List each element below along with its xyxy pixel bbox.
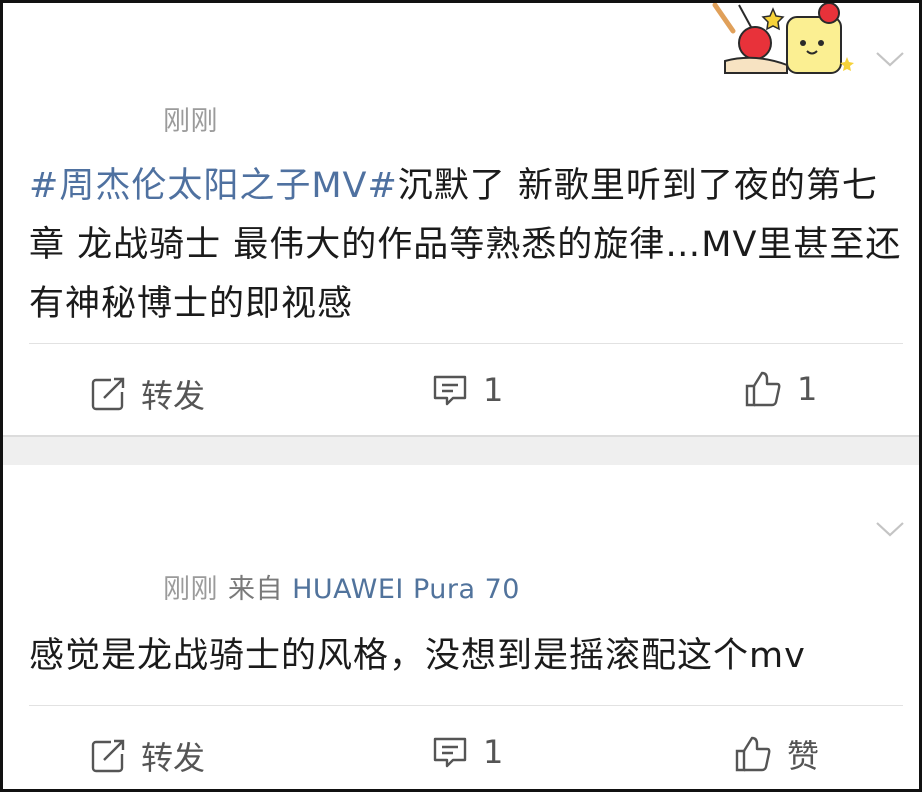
divider xyxy=(29,343,903,344)
repost-button[interactable]: 转发 xyxy=(89,371,205,417)
repost-button[interactable]: 转发 xyxy=(89,733,205,779)
like-button[interactable]: 1 xyxy=(743,369,817,409)
like-label: 赞 xyxy=(787,737,820,775)
like-count: 1 xyxy=(797,370,818,408)
post-card: 刚刚 #周杰伦太阳之子MV#沉默了 新歌里听到了夜的第七章 龙战骑士 最伟大的作… xyxy=(3,3,919,435)
comment-count: 1 xyxy=(483,733,504,771)
comment-icon xyxy=(433,375,467,406)
post-source: 来自 HUAWEI Pura 70 xyxy=(228,574,520,605)
post-card: 刚刚 来自 HUAWEI Pura 70 感觉是龙战骑士的风格，没想到是摇滚配这个… xyxy=(3,463,919,789)
comment-button[interactable]: 1 xyxy=(431,371,503,409)
post-time: 刚刚 xyxy=(163,106,218,137)
comment-icon xyxy=(433,737,467,768)
like-button[interactable]: 赞 xyxy=(733,731,819,777)
post-content: 感觉是龙战骑士的风格，没想到是摇滚配这个mv xyxy=(29,627,909,686)
post-timestamp: 刚刚 xyxy=(163,99,218,138)
like-icon xyxy=(735,736,771,772)
repost-icon xyxy=(91,739,125,773)
repost-label: 转发 xyxy=(141,377,206,415)
repost-label: 转发 xyxy=(141,739,206,777)
chevron-down-icon[interactable] xyxy=(875,519,905,539)
feed-screenshot: 刚刚 #周杰伦太阳之子MV#沉默了 新歌里听到了夜的第七章 龙战骑士 最伟大的作… xyxy=(0,0,922,792)
post-text: 感觉是龙战骑士的风格，没想到是摇滚配这个mv xyxy=(29,636,806,676)
post-time: 刚刚 xyxy=(163,574,218,605)
comment-button[interactable]: 1 xyxy=(431,733,503,771)
chevron-down-icon[interactable] xyxy=(875,49,905,69)
sticker-decoration xyxy=(712,3,854,74)
device-link[interactable]: HUAWEI Pura 70 xyxy=(292,574,520,605)
post-content: #周杰伦太阳之子MV#沉默了 新歌里听到了夜的第七章 龙战骑士 最伟大的作品等熟… xyxy=(29,157,909,334)
comment-count: 1 xyxy=(483,371,504,409)
source-prefix: 来自 xyxy=(228,574,283,605)
hashtag-link[interactable]: #周杰伦太阳之子MV# xyxy=(29,166,398,206)
divider xyxy=(29,705,903,706)
like-icon xyxy=(745,371,781,407)
repost-icon xyxy=(91,377,125,411)
post-meta: 刚刚 来自 HUAWEI Pura 70 xyxy=(163,567,520,606)
feed-separator xyxy=(3,435,919,465)
